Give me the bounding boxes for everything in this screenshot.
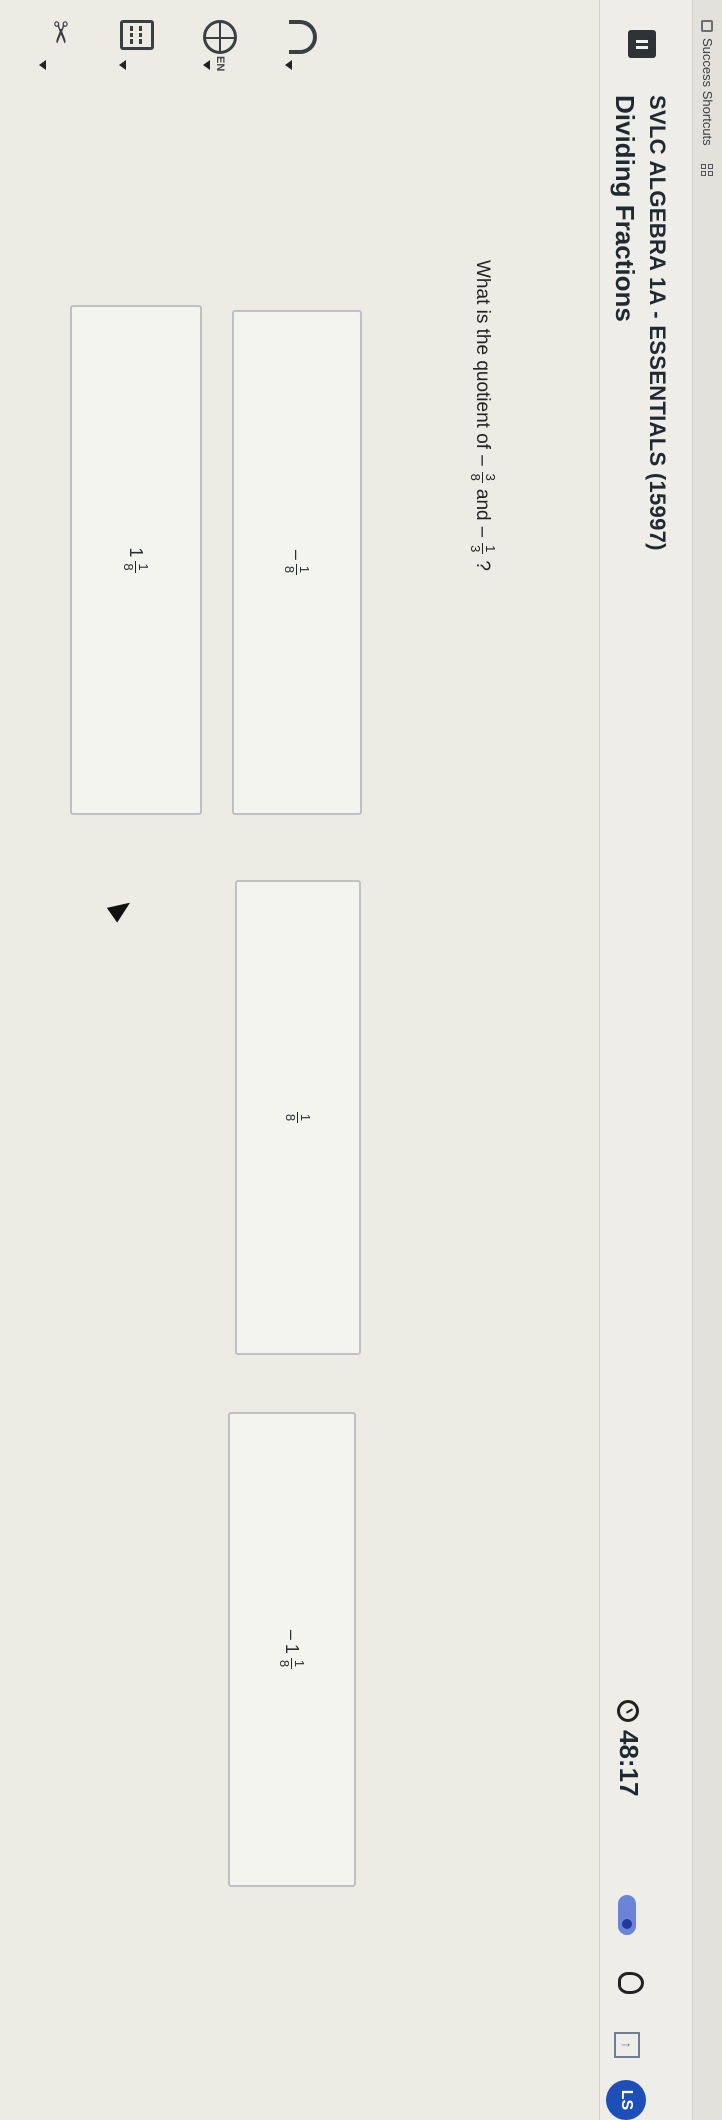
question-suffix: ? [472,560,494,571]
chevron-down-icon[interactable] [285,60,292,70]
choice-numerator: 1 [291,1657,308,1670]
choice-denominator: 8 [277,1659,293,1668]
choice-fraction: 1 8 [282,563,313,576]
answer-choice-3[interactable]: – 1 1 8 [228,1412,356,1887]
choice-whole: 1 [282,1643,303,1654]
bookmark-success-shortcuts[interactable]: Success Shortcuts [700,20,715,146]
menu-icon [636,39,648,43]
lesson-header: SVLC ALGEBRA 1A - ESSENTIALS (15997) Div… [599,0,692,2120]
chevron-down-icon[interactable] [119,60,126,70]
avatar[interactable]: LS [606,2080,646,2120]
choice-fraction: 1 8 [277,1657,308,1670]
choice-fraction: 1 8 [283,1111,314,1124]
fraction-b-sign: – [472,526,494,538]
choice-whole: 1 [126,547,147,558]
timer-icon [617,1700,640,1722]
globe-icon[interactable] [203,20,237,54]
fraction-a: 3 8 [468,471,498,483]
choice-denominator: 8 [282,565,298,574]
fraction-a-sign: – [472,455,494,466]
tools-icon[interactable]: ✂ [42,20,77,45]
bookmark-icon [701,20,714,32]
timer-value: 48:17 [614,1730,644,1797]
headphones-icon[interactable] [289,20,317,54]
page: Success Shortcuts SVLC ALGEBRA 1A - ESSE… [0,0,722,2120]
choice-fraction: 1 8 [121,561,152,573]
menu-button[interactable] [628,30,656,58]
answer-choice-4[interactable]: 1 1 8 [70,305,202,815]
choice-denominator: 8 [283,1113,299,1122]
mouse-cursor-icon [106,895,136,923]
choice-sign: – [287,549,308,560]
chevron-down-icon[interactable] [39,60,46,70]
choice-numerator: 1 [297,1111,314,1124]
apps-grid-icon[interactable] [701,163,714,176]
choice-denominator: 8 [121,563,137,571]
toggle-switch[interactable] [618,1895,636,1935]
course-title: SVLC ALGEBRA 1A - ESSENTIALS (15997) [645,95,670,551]
bookmarks-bar: Success Shortcuts [692,0,722,2120]
question-prefix: What is the quotient of [472,260,494,450]
timer: 48:17 [613,1700,644,1797]
lesson-title: Dividing Fractions [610,95,640,322]
question-conjunction: and [472,488,494,521]
fraction-a-denominator: 8 [468,473,483,481]
language-label: EN [214,56,226,72]
fraction-a-numerator: 3 [482,471,498,483]
calculator-icon[interactable] [120,20,154,50]
fraction-b-denominator: 3 [468,545,483,553]
chevron-down-icon[interactable] [203,60,210,70]
question-prompt: What is the quotient of – 3 8 and – 1 3 … [468,260,498,571]
choice-sign: – [282,1629,303,1640]
bookmark-label: Success Shortcuts [700,38,715,146]
expand-icon[interactable]: ↑ [614,2032,640,2058]
answer-choice-1[interactable]: – 1 8 [232,310,362,815]
choice-numerator: 1 [296,563,313,576]
fraction-b: 1 3 [468,543,498,555]
choice-numerator: 1 [135,561,152,573]
hint-bulb-icon[interactable] [618,1972,644,1994]
answer-choice-2[interactable]: 1 8 [235,880,361,1355]
fraction-b-numerator: 1 [482,543,498,555]
